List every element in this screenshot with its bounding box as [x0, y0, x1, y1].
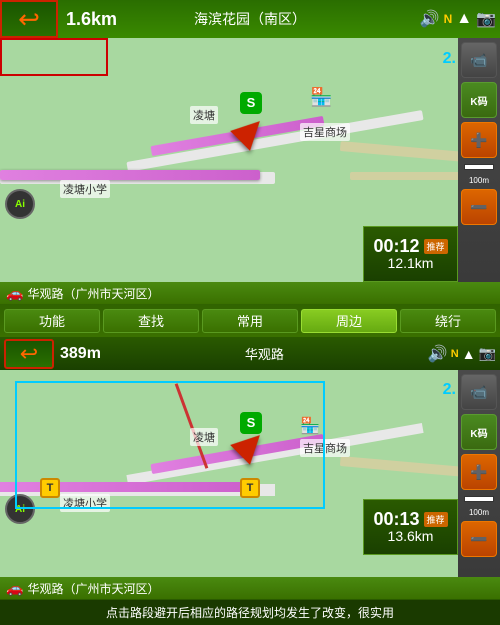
zoom-in-btn-top[interactable]: ➕ — [461, 122, 497, 158]
school-label-top: 凌塘小学 — [60, 180, 110, 198]
tab-detour[interactable]: 绕行 — [400, 309, 496, 333]
footer-text: 点击路段避开后相应的路径规划均发生了改变，很实用 — [106, 604, 394, 621]
eta-time-bottom: 00:13 — [373, 510, 419, 528]
middle-nav-bar: 🚗 华观路（广州市天河区） 功能 查找 常用 周边 绕行 — [0, 282, 500, 337]
screen: ↩ 1.6km 海滨花园（南区） 🔊 N ▲ 📷 Ai — [0, 0, 500, 625]
school-label-bottom: 凌塘小学 — [60, 494, 110, 512]
tab-search[interactable]: 查找 — [103, 309, 199, 333]
road-diagonal — [126, 110, 423, 172]
scale-text-bottom: 100m — [469, 508, 489, 517]
nav-tabs: 功能 查找 常用 周边 绕行 — [0, 304, 500, 337]
arrow-icon-bottom: ▲ — [462, 346, 476, 362]
bottom-address-text: 华观路（广州市天河区） — [27, 580, 159, 597]
compass-bottom: N — [451, 348, 459, 360]
side-panel-top: 📹 K码 ➕ 100m ➖ — [458, 38, 500, 282]
eta-dist-bottom: 13.6km — [388, 528, 434, 544]
avoided-route-line — [175, 383, 209, 469]
eta-tag-bottom: 推荐 — [424, 512, 448, 527]
bottom-address-bar: 🚗 华观路（广州市天河区） — [0, 577, 500, 599]
zoom-in-btn-bottom[interactable]: ➕ — [461, 454, 497, 490]
address-icon: 🚗 — [6, 285, 23, 302]
start-marker-top: S — [240, 92, 262, 114]
annotation-2-bottom: 2. — [443, 381, 456, 399]
scale-bar-bottom — [464, 496, 494, 502]
side-panel-bottom: 📹 K码 ➕ 100m ➖ — [458, 370, 500, 577]
bottom-distance: 389m — [60, 345, 101, 363]
zoom-out-btn-bottom[interactable]: ➖ — [461, 521, 497, 557]
shop-icon-top: 🏪 — [310, 87, 332, 108]
red-annotation-box-1 — [0, 38, 108, 76]
eta-panel-top: 00:12 推荐 12.1km — [363, 226, 458, 282]
footer-bar: 点击路段避开后相应的路径规划均发生了改变，很实用 — [0, 599, 500, 625]
route-pink — [0, 170, 260, 180]
speed-indicator-bottom: Ai — [5, 494, 35, 524]
shop-icon-bottom: 🏪 — [300, 416, 320, 436]
camera-icon[interactable]: 📷 — [476, 9, 496, 29]
u-turn-icon: ↩ — [20, 341, 38, 367]
tab-common[interactable]: 常用 — [202, 309, 298, 333]
turn-instruction-box-bottom: ↩ — [4, 339, 54, 369]
map-area-top[interactable]: Ai S 🏪 吉星商场 凌塘小学 凌塘 2. 3. 00:12 推荐 — [0, 38, 500, 282]
speed-indicator-top: Ai — [5, 189, 35, 219]
zoom-out-btn-top[interactable]: ➖ — [461, 189, 497, 225]
scale-text-top: 100m — [469, 176, 489, 185]
bottom-right-icons: 🔊 N ▲ 📷 — [428, 344, 496, 364]
bottom-street: 华观路 — [107, 344, 422, 363]
tab-nearby[interactable]: 周边 — [301, 309, 397, 333]
lingtang-label-bottom: 凌塘 — [190, 428, 218, 446]
bottom-info-bar: ↩ 389m 华观路 🔊 N ▲ 📷 1. — [0, 337, 500, 370]
eta-panel-bottom: 00:13 推荐 13.6km — [363, 499, 458, 555]
road-bottom-diag — [126, 423, 423, 485]
current-address: 华观路（广州市天河区） — [27, 285, 159, 302]
compass-north: N — [444, 12, 453, 26]
eta-time-top: 00:12 — [373, 237, 419, 255]
top-navigation-bar: ↩ 1.6km 海滨花园（南区） 🔊 N ▲ 📷 — [0, 0, 500, 38]
top-bar-icons: 🔊 N ▲ 📷 — [420, 9, 496, 29]
video-btn-bottom[interactable]: 📹 — [461, 374, 497, 410]
annotation-2-top: 2. — [443, 50, 456, 68]
bottom-panel: Ai T T S 凌塘小学 凌塘 🏪 吉星商场 2. 3. — [0, 370, 500, 599]
k-btn-top[interactable]: K码 — [461, 82, 497, 118]
turn-instruction-box: ↩ — [0, 0, 58, 38]
scale-bar-top — [464, 164, 494, 170]
video-btn-top[interactable]: 📹 — [461, 42, 497, 78]
t-marker-left: T — [40, 478, 60, 498]
t-marker-right: T — [240, 478, 260, 498]
address-bar: 🚗 华观路（广州市天河区） — [0, 282, 500, 304]
k-btn-bottom[interactable]: K码 — [461, 414, 497, 450]
address-icon-bottom: 🚗 — [6, 580, 23, 597]
tab-function[interactable]: 功能 — [4, 309, 100, 333]
route-bottom-pink — [0, 482, 250, 492]
eta-tag-top: 推荐 — [424, 239, 448, 254]
sound-icon-bottom[interactable]: 🔊 — [428, 344, 448, 364]
camera-icon-bottom[interactable]: 📷 — [479, 345, 496, 362]
top-panel: ↩ 1.6km 海滨花园（南区） 🔊 N ▲ 📷 Ai — [0, 0, 500, 282]
eta-dist-top: 12.1km — [388, 255, 434, 271]
lingtang-label-top: 凌塘 — [190, 106, 218, 124]
map-area-bottom[interactable]: Ai T T S 凌塘小学 凌塘 🏪 吉星商场 2. 3. — [0, 370, 500, 577]
sound-icon[interactable]: 🔊 — [420, 9, 440, 29]
gps-icon[interactable]: ▲ — [456, 10, 472, 28]
turn-left-icon: ↩ — [18, 4, 40, 35]
top-street-name: 海滨花园（南区） — [194, 9, 306, 29]
shop-label-top: 吉星商场 — [300, 123, 350, 141]
shop-label-bottom: 吉星商场 — [300, 439, 350, 457]
